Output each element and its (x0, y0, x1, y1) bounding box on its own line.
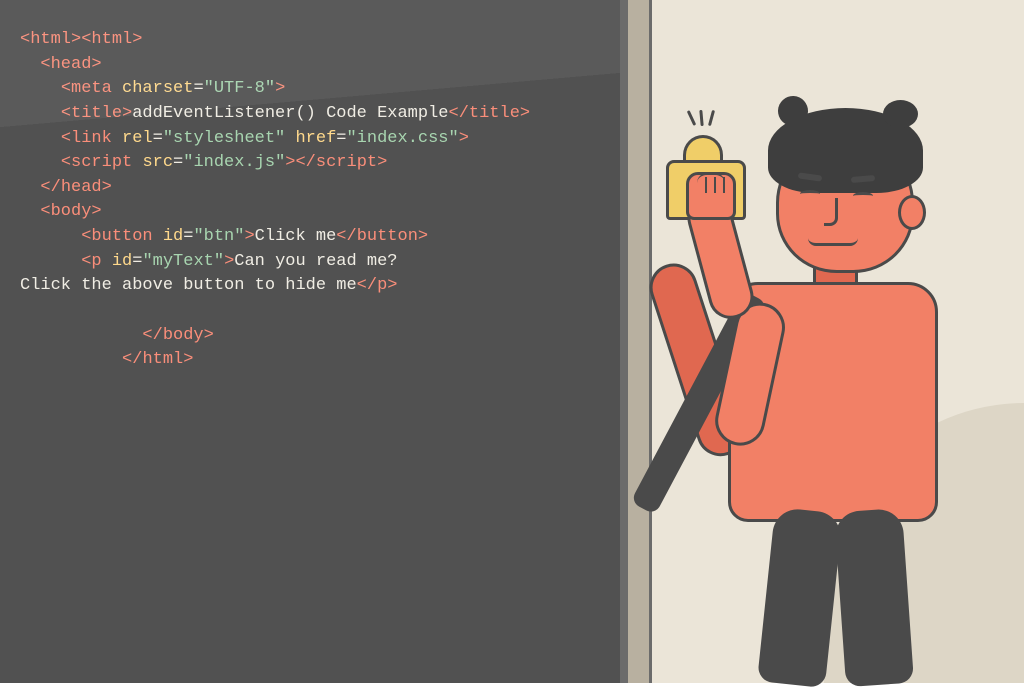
code-line: <link rel="stylesheet" href="index.css"> (20, 127, 600, 152)
person-listening-illustration (648, 100, 1024, 680)
illustration-panel (620, 0, 1024, 683)
code-line: </body> (20, 324, 600, 349)
code-line: <button id="btn">Click me</button> (20, 225, 600, 250)
mouth (808, 238, 858, 246)
nose (824, 198, 838, 226)
code-line: <html><html> (20, 28, 600, 53)
code-line: <body> (20, 200, 600, 225)
code-line: <head> (20, 53, 600, 78)
code-line: <script src="index.js"></script> (20, 151, 600, 176)
code-line: Click the above button to hide me</p> (20, 274, 600, 299)
legs (748, 510, 928, 690)
eye-right (853, 192, 873, 200)
code-block: <html><html> <head> <meta charset="UTF-8… (20, 28, 600, 373)
code-line: </head> (20, 176, 600, 201)
code-line: <p id="myText">Can you read me? (20, 250, 600, 275)
ear (898, 195, 926, 230)
code-line: <meta charset="UTF-8"> (20, 77, 600, 102)
hand (686, 172, 736, 220)
code-line (20, 299, 600, 324)
code-editor-panel: <html><html> <head> <meta charset="UTF-8… (0, 0, 620, 683)
code-line: <title>addEventListener() Code Example</… (20, 102, 600, 127)
code-line: </html> (20, 348, 600, 373)
hair (768, 108, 923, 193)
eye-left (800, 190, 820, 198)
